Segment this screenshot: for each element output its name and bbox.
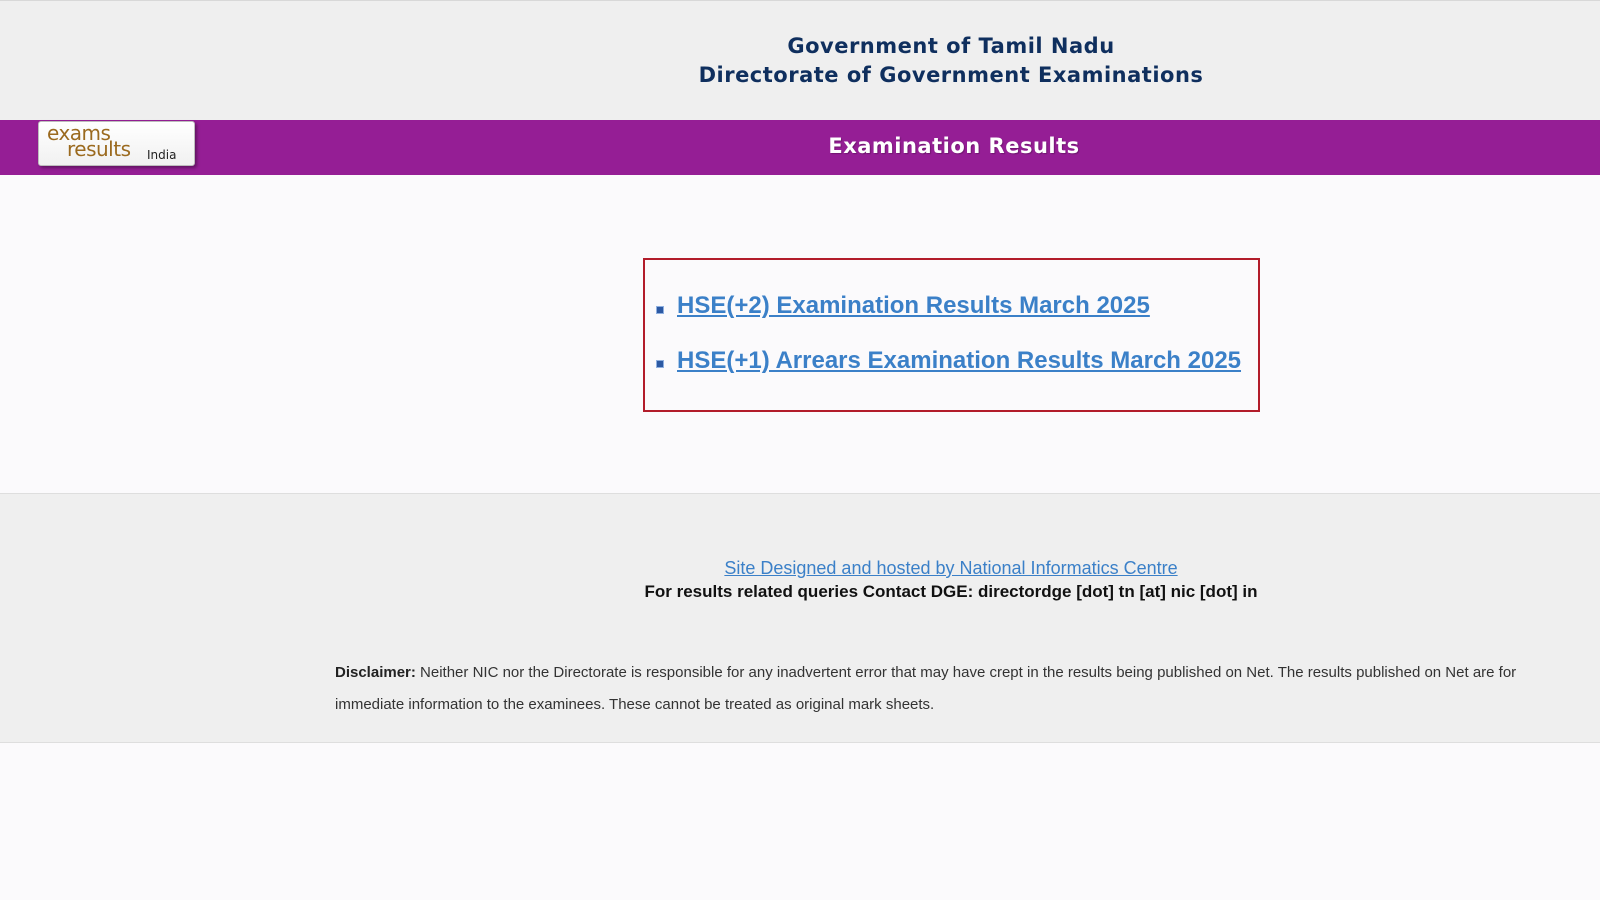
- bullet-icon: [656, 306, 664, 314]
- page-footer: Site Designed and hosted by National Inf…: [0, 493, 1600, 743]
- results-links-box: HSE(+2) Examination Results March 2025 H…: [643, 258, 1260, 412]
- bullet-icon: [656, 360, 664, 368]
- hse-plus2-results-link[interactable]: HSE(+2) Examination Results March 2025: [677, 292, 1150, 320]
- nic-credit-link[interactable]: Site Designed and hosted by National Inf…: [0, 558, 1600, 579]
- banner-title: Examination Results: [828, 134, 1080, 158]
- government-title: Government of Tamil Nadu: [787, 34, 1115, 58]
- disclaimer-label: Disclaimer:: [335, 664, 416, 681]
- contact-info: For results related queries Contact DGE:…: [644, 582, 1258, 601]
- disclaimer: Disclaimer: Neither NIC nor the Director…: [335, 657, 1557, 721]
- hse-plus1-arrears-results-link[interactable]: HSE(+1) Arrears Examination Results Marc…: [677, 347, 1241, 375]
- directorate-title: Directorate of Government Examinations: [698, 63, 1204, 87]
- page-header: Government of Tamil Nadu Directorate of …: [0, 0, 1600, 120]
- disclaimer-text: Neither NIC nor the Directorate is respo…: [335, 664, 1517, 713]
